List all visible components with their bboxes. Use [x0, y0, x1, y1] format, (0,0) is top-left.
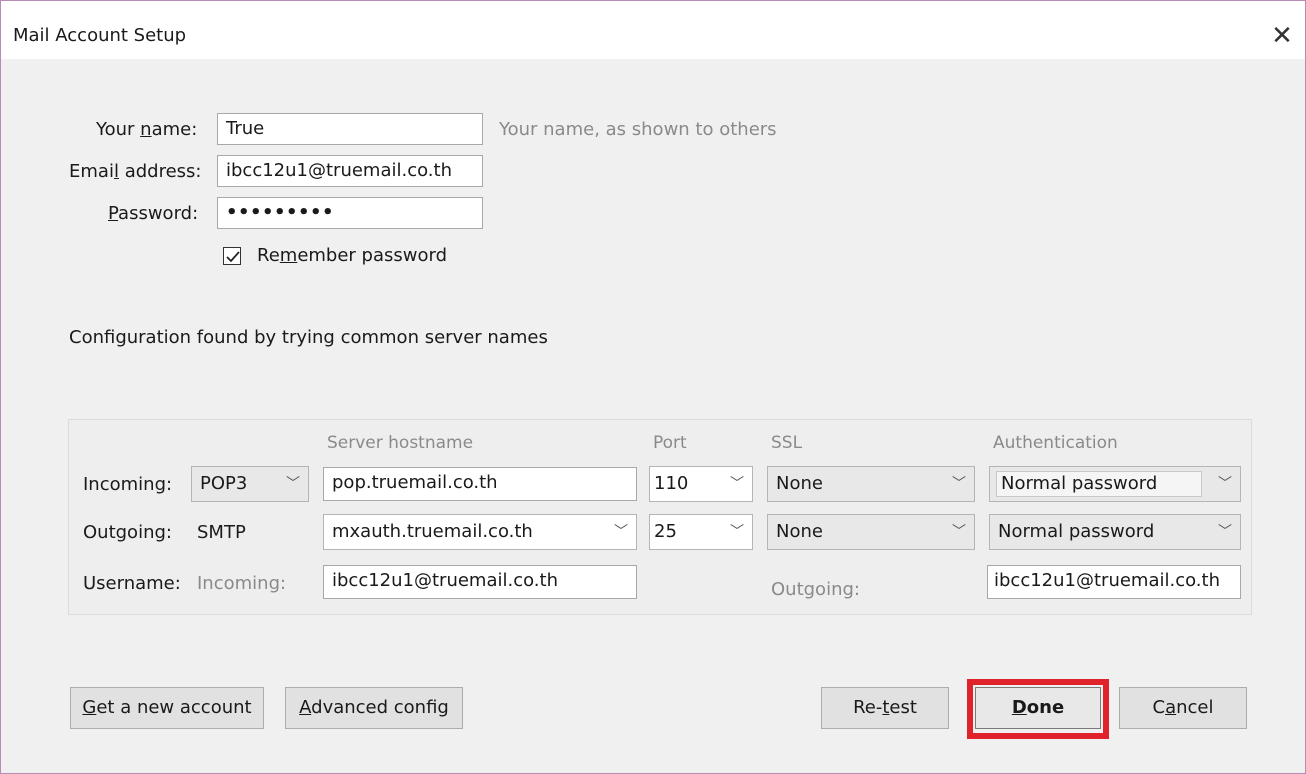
chevron-down-icon: ﹀	[286, 476, 300, 492]
username-outgoing-label: Outgoing:	[771, 579, 860, 600]
chevron-down-icon: ﹀	[1218, 524, 1232, 540]
incoming-label: Incoming:	[83, 474, 173, 495]
remember-password-label[interactable]: Remember password	[257, 245, 447, 266]
mail-account-setup-dialog: Mail Account Setup ✕ Your name: True You…	[0, 0, 1306, 774]
password-input[interactable]: •••••••••	[217, 197, 483, 229]
your-name-hint: Your name, as shown to others	[499, 119, 777, 140]
advanced-config-button[interactable]: Advanced config	[285, 687, 463, 729]
outgoing-authentication-select[interactable]: Normal password ﹀	[989, 514, 1241, 550]
chevron-down-icon: ﹀	[730, 476, 744, 492]
outgoing-hostname-value: mxauth.truemail.co.th	[332, 521, 533, 542]
incoming-protocol-select[interactable]: POP3 ﹀	[191, 466, 309, 502]
outgoing-username-input[interactable]: ibcc12u1@truemail.co.th	[987, 565, 1241, 599]
incoming-username-input[interactable]: ibcc12u1@truemail.co.th	[323, 565, 637, 599]
incoming-port-value: 110	[654, 473, 689, 494]
username-incoming-label: Incoming:	[197, 573, 287, 594]
cancel-button[interactable]: Cancel	[1119, 687, 1247, 729]
chevron-down-icon: ﹀	[730, 524, 744, 540]
column-header-hostname: Server hostname	[327, 433, 474, 453]
incoming-ssl-value: None	[776, 473, 823, 494]
checkmark-icon	[226, 251, 240, 263]
password-label: Password:	[108, 203, 199, 224]
email-address-label: Email address:	[69, 161, 202, 182]
outgoing-ssl-value: None	[776, 521, 823, 542]
email-address-input[interactable]: ibcc12u1@truemail.co.th	[217, 155, 483, 187]
column-header-port: Port	[653, 433, 687, 453]
chevron-down-icon: ﹀	[952, 476, 966, 492]
your-name-input[interactable]: True	[217, 113, 483, 145]
incoming-ssl-select[interactable]: None ﹀	[767, 466, 975, 502]
outgoing-protocol-value: SMTP	[197, 522, 246, 543]
column-header-authentication: Authentication	[993, 433, 1118, 453]
incoming-port-select[interactable]: 110 ﹀	[649, 466, 753, 502]
username-label: Username:	[83, 573, 181, 594]
your-name-label: Your name:	[96, 119, 198, 140]
remember-password-checkbox[interactable]	[223, 247, 241, 265]
window-title: Mail Account Setup	[13, 25, 187, 46]
outgoing-authentication-value: Normal password	[998, 521, 1155, 542]
outgoing-port-value: 25	[654, 521, 677, 542]
incoming-authentication-value: Normal password	[996, 471, 1202, 497]
outgoing-ssl-select[interactable]: None ﹀	[767, 514, 975, 550]
incoming-hostname-input[interactable]: pop.truemail.co.th	[323, 467, 637, 501]
done-highlight-annotation	[967, 679, 1109, 739]
retest-button[interactable]: Re-test	[821, 687, 949, 729]
incoming-authentication-select[interactable]: Normal password ﹀	[989, 466, 1241, 502]
incoming-protocol-value: POP3	[200, 473, 248, 494]
title-bar: Mail Account Setup ✕	[1, 1, 1305, 59]
outgoing-label: Outgoing:	[83, 522, 172, 543]
chevron-down-icon: ﹀	[952, 524, 966, 540]
column-header-ssl: SSL	[771, 433, 803, 453]
configuration-status-message: Configuration found by trying common ser…	[69, 327, 548, 348]
chevron-down-icon: ﹀	[1218, 476, 1232, 492]
outgoing-port-select[interactable]: 25 ﹀	[649, 514, 753, 550]
chevron-down-icon: ﹀	[614, 524, 628, 540]
close-icon[interactable]: ✕	[1259, 17, 1305, 55]
get-new-account-button[interactable]: Get a new account	[70, 687, 264, 729]
outgoing-hostname-select[interactable]: mxauth.truemail.co.th ﹀	[323, 514, 637, 550]
